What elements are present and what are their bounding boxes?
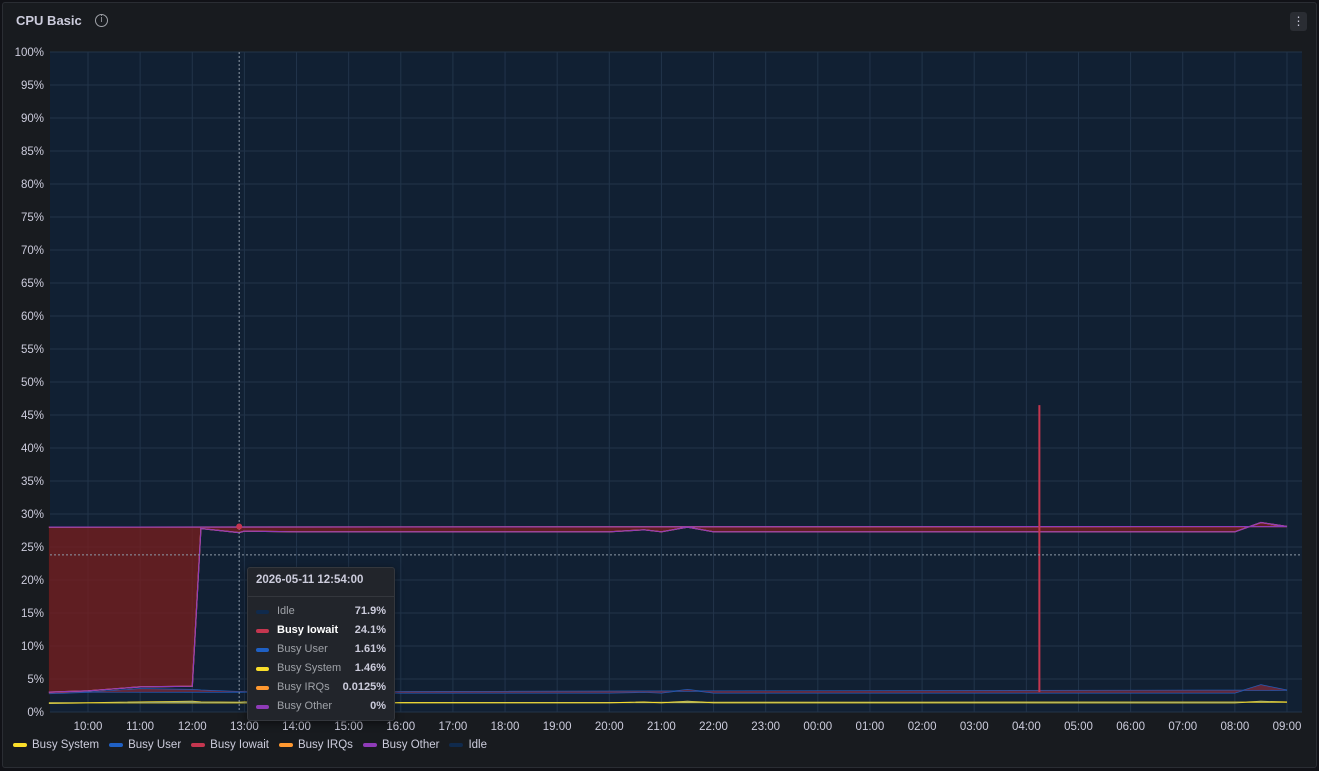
- x-tick-label: 22:00: [699, 721, 728, 733]
- tooltip-rows: Idle 71.9% Busy Iowait 24.1% Busy User 1.61% B…: [256, 604, 386, 718]
- y-tick-label: 10%: [21, 641, 44, 653]
- x-tick-label: 21:00: [647, 721, 676, 733]
- y-tick-label: 95%: [21, 80, 44, 92]
- x-tick-label: 07:00: [1168, 721, 1197, 733]
- x-tick-label: 17:00: [439, 721, 468, 733]
- y-tick-label: 15%: [21, 608, 44, 620]
- x-tick-label: 12:00: [178, 721, 207, 733]
- y-tick-label: 5%: [27, 674, 44, 686]
- legend-swatch: [109, 743, 124, 747]
- tooltip-time: 2026-05-11 12:54:00: [256, 574, 364, 586]
- x-tick-label: 09:00: [1273, 721, 1302, 733]
- tooltip-series-value: 0.0125%: [342, 681, 386, 693]
- x-tick-label: 08:00: [1220, 721, 1249, 733]
- legend-label: Idle: [468, 739, 488, 751]
- cpu-chart[interactable]: 0% 5% 10% 15% 20% 25% 30% 35% 40% 45% 50% 55% 60% 65%…: [0, 0, 1319, 771]
- chart-legend: Busy System Busy User Busy Iowait Busy IRQs…: [13, 737, 487, 753]
- y-tick-label: 70%: [21, 245, 44, 257]
- tooltip-swatch: [256, 686, 269, 690]
- tooltip-row: Idle 71.9%: [256, 604, 386, 623]
- x-tick-label: 20:00: [595, 721, 624, 733]
- legend-item-busy-irqs[interactable]: Busy IRQs: [278, 737, 353, 753]
- y-tick-label: 35%: [21, 476, 44, 488]
- tooltip-row: Busy IRQs 0.0125%: [256, 680, 386, 699]
- tooltip-row: Busy System 1.46%: [256, 661, 386, 680]
- y-tick-label: 45%: [21, 410, 44, 422]
- y-tick-label: 75%: [21, 212, 44, 224]
- legend-label: Busy System: [32, 739, 100, 751]
- tooltip-series-name: Busy Iowait: [277, 624, 339, 636]
- y-tick-label: 60%: [21, 311, 44, 323]
- y-tick-label: 80%: [21, 179, 44, 191]
- x-tick-label: 11:00: [126, 721, 154, 733]
- legend-item-busy-user[interactable]: Busy User: [109, 737, 181, 753]
- y-tick-label: 20%: [21, 575, 44, 587]
- y-tick-label: 100%: [15, 47, 44, 59]
- x-tick-label: 02:00: [908, 721, 937, 733]
- legend-item-busy-iowait[interactable]: Busy Iowait: [191, 737, 269, 753]
- x-tick-label: 23:00: [751, 721, 780, 733]
- x-tick-label: 13:00: [230, 721, 259, 733]
- x-tick-label: 10:00: [74, 721, 103, 733]
- legend-swatch: [362, 743, 377, 747]
- tooltip-swatch: [256, 705, 269, 709]
- tooltip-swatch: [256, 629, 269, 633]
- x-tick-label: 04:00: [1012, 721, 1041, 733]
- legend-swatch: [278, 743, 293, 747]
- tooltip-series-value: 1.61%: [354, 643, 386, 655]
- y-tick-label: 50%: [21, 377, 44, 389]
- x-tick-label: 05:00: [1064, 721, 1093, 733]
- tooltip-series-value: 24.1%: [354, 624, 386, 636]
- y-tick-label: 0%: [27, 707, 44, 719]
- y-tick-label: 90%: [21, 113, 44, 125]
- y-tick-label: 55%: [21, 344, 44, 356]
- legend-label: Busy IRQs: [297, 739, 353, 751]
- tooltip-series-name: Busy Other: [277, 700, 333, 712]
- x-tick-label: 14:00: [282, 721, 311, 733]
- x-tick-label: 06:00: [1116, 721, 1145, 733]
- tooltip-row: Busy Other 0%: [256, 699, 386, 718]
- tooltip-swatch: [256, 610, 269, 614]
- tooltip-series-name: Busy User: [277, 643, 328, 655]
- x-tick-label: 03:00: [960, 721, 989, 733]
- tooltip-series-value: 0%: [370, 700, 386, 712]
- tooltip-series-name: Idle: [277, 605, 295, 617]
- x-tick-label: 19:00: [543, 721, 572, 733]
- tooltip-divider: [248, 596, 394, 597]
- y-tick-label: 40%: [21, 443, 44, 455]
- legend-item-idle[interactable]: Idle: [449, 737, 487, 753]
- legend-label: Busy Iowait: [210, 739, 269, 751]
- tooltip-series-value: 71.9%: [354, 605, 386, 617]
- legend-label: Busy Other: [381, 739, 440, 751]
- tooltip-swatch: [256, 648, 269, 652]
- x-tick-label: 15:00: [334, 721, 363, 733]
- legend-item-busy-system[interactable]: Busy System: [13, 737, 99, 753]
- tooltip-swatch: [256, 667, 269, 671]
- legend-swatch: [449, 743, 464, 747]
- x-tick-label: 01:00: [856, 721, 885, 733]
- legend-swatch: [191, 743, 206, 747]
- x-tick-label: 16:00: [386, 721, 415, 733]
- y-tick-label: 65%: [21, 278, 44, 290]
- legend-item-busy-other[interactable]: Busy Other: [362, 737, 440, 753]
- tooltip-row: Busy Iowait 24.1%: [256, 623, 386, 642]
- legend-swatch: [13, 743, 27, 747]
- hover-tooltip: 2026-05-11 12:54:00 Idle 71.9% Busy Iowait…: [247, 567, 395, 721]
- y-tick-label: 25%: [21, 542, 44, 554]
- y-tick-label: 85%: [21, 146, 44, 158]
- y-tick-label: 30%: [21, 509, 44, 521]
- tooltip-series-name: Busy System: [277, 662, 342, 674]
- legend-label: Busy User: [128, 739, 182, 751]
- x-tick-label: 18:00: [491, 721, 520, 733]
- x-tick-label: 00:00: [803, 721, 832, 733]
- hover-point: [236, 523, 243, 530]
- tooltip-series-name: Busy IRQs: [277, 681, 330, 693]
- tooltip-row: Busy User 1.61%: [256, 642, 386, 661]
- tooltip-series-value: 1.46%: [354, 662, 386, 674]
